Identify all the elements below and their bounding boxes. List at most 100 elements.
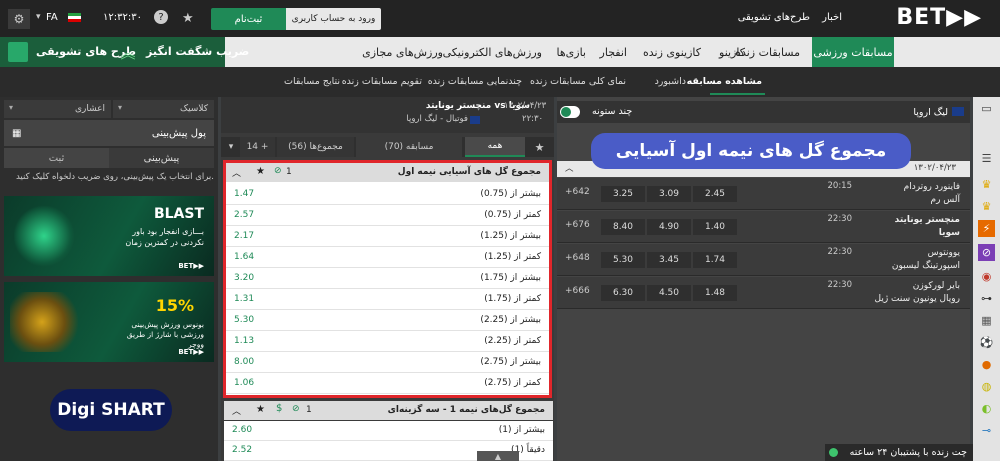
odds-value[interactable]: 1.47 (234, 189, 254, 199)
odds-value[interactable]: 2.52 (232, 445, 252, 455)
odd-away[interactable]: 8.40 (601, 219, 645, 235)
odds-row[interactable]: کمتر از (2.25) 1.13 (226, 331, 549, 352)
register-button[interactable]: ثبت‌نام (211, 8, 286, 30)
market-header[interactable]: مجموع گل‌های نیمه 1 - سه گزینه‌ای ︿ ★ $ … (224, 401, 553, 420)
odds-value[interactable]: 5.30 (234, 315, 254, 325)
odds-row[interactable]: کمتر از (2.75) 1.06 (226, 373, 549, 394)
volleyball-icon[interactable]: ◍ (978, 378, 995, 395)
nav-casino[interactable]: کازینو (719, 46, 745, 59)
esports-icon[interactable]: ⊘ (978, 244, 995, 261)
calculator-icon[interactable]: ▦ (12, 128, 21, 139)
odds-format-select[interactable]: اعشاری (4, 100, 111, 118)
tab-results[interactable]: نتایج مسابقات (284, 76, 340, 87)
menu-icon[interactable]: ☰ (978, 150, 995, 167)
monitor-icon[interactable]: ▭ (978, 100, 995, 117)
event-row[interactable]: منچستر یونایتد سویا 22:30 1.40 4.90 8.40… (557, 211, 970, 243)
star-icon[interactable]: ★ (182, 11, 194, 26)
odds-row[interactable]: کمتر از (0.75) 2.57 (226, 205, 549, 226)
tab-match-view[interactable]: مشاهده مسابقه (687, 76, 762, 87)
nav-live-casino[interactable]: کازینوی زنده (643, 46, 701, 59)
chevron-down-icon[interactable]: ▾ (36, 12, 41, 22)
tab-betslip-submit[interactable]: ثبت (4, 148, 109, 168)
more-markets-count[interactable]: +642 (565, 187, 590, 197)
tab-betslip-preview[interactable]: پیش‌بینی (109, 148, 214, 168)
odd-draw[interactable]: 3.45 (647, 252, 691, 268)
odd-draw[interactable]: 3.09 (647, 186, 691, 202)
event-row[interactable]: یوونتوس اسپورتینگ لیسبون 22:30 1.74 3.45… (557, 244, 970, 276)
blast-banner[interactable]: BLAST بـــازی انفجار بود باور نکردنی در … (4, 196, 214, 276)
tennis-icon[interactable]: ◉ (978, 268, 995, 285)
gear-icon[interactable]: ⚙ (8, 9, 30, 29)
football-icon[interactable]: ⚽ (978, 334, 995, 351)
scroll-up-button[interactable]: ▲ (477, 451, 519, 461)
help-icon[interactable]: ? (154, 10, 168, 24)
tab-dashboard[interactable]: داشبورد (655, 76, 686, 87)
odds-value[interactable]: 1.13 (234, 336, 254, 346)
star-icon[interactable]: ★ (256, 166, 265, 177)
sport-icon[interactable]: ▦ (978, 312, 995, 329)
odd-draw[interactable]: 4.90 (647, 219, 691, 235)
odds-value[interactable]: 8.00 (234, 357, 254, 367)
chevron-up-icon[interactable]: ︿ (232, 166, 241, 179)
odds-value[interactable]: 1.64 (234, 252, 254, 262)
odd-draw[interactable]: 4.50 (647, 285, 691, 301)
dumbbell-icon[interactable]: ⊶ (978, 290, 995, 307)
tab-live-calendar[interactable]: تقویم مسابقات زنده (342, 76, 422, 87)
nav-esports[interactable]: ورزش‌های الکترونیکی (443, 46, 542, 59)
odd-home[interactable]: 1.40 (693, 219, 737, 235)
multi-column-toggle[interactable] (560, 106, 580, 118)
nav-sports[interactable]: مسابقات ورزشی (812, 37, 894, 67)
odds-row[interactable]: بیشتر از (2.75) 8.00 (226, 352, 549, 373)
tab-match-markets[interactable]: مسابقه (70) (356, 137, 462, 157)
event-row[interactable]: بایر لورکوزن رویال یونیون سنت ژیل 22:30 … (557, 277, 970, 309)
nav-virtual[interactable]: ورزش‌های مجازی (362, 46, 443, 59)
tab-more-markets[interactable]: 14 + (240, 137, 275, 157)
basketball-icon[interactable]: ● (978, 356, 995, 373)
odds-row[interactable]: بیشتر از (1.25) 2.17 (226, 226, 549, 247)
odds-row[interactable]: بیشتر از (2.25) 5.30 (226, 310, 549, 331)
odd-home[interactable]: 1.74 (693, 252, 737, 268)
odds-value[interactable]: 2.60 (232, 425, 252, 435)
odd-home[interactable]: 1.48 (693, 285, 737, 301)
nav-crash[interactable]: انفجار (600, 46, 627, 59)
login-button[interactable]: ورود به حساب کاربری (286, 8, 381, 30)
live-chat-button[interactable]: چت زنده با پشتیبان ۲۴ ساعته (825, 444, 973, 461)
amazing-odds-button[interactable]: ضریب شگفت انگیز (146, 45, 249, 58)
site-logo[interactable]: BET▶▶ (896, 5, 982, 30)
event-row[interactable]: فاینورد روتردام آلس رم 20:15 2.45 3.09 3… (557, 178, 970, 210)
odd-away[interactable]: 6.30 (601, 285, 645, 301)
tab-live-multiview[interactable]: چندنمایی مسابقات زنده (428, 76, 522, 87)
odd-away[interactable]: 5.30 (601, 252, 645, 268)
trophy-icon[interactable]: ♛ (978, 176, 995, 193)
stake-field[interactable]: ▦ پول پیش‌بینی (4, 120, 214, 146)
chevron-up-icon[interactable]: ︿ (565, 162, 574, 174)
more-markets-count[interactable]: +648 (565, 253, 590, 263)
odd-home[interactable]: 2.45 (693, 186, 737, 202)
tennis-ball-icon[interactable]: ◐ (978, 400, 995, 417)
star-icon[interactable]: ★ (256, 404, 265, 415)
odds-value[interactable]: 1.31 (234, 294, 254, 304)
trophy-icon[interactable]: ♛ (978, 198, 995, 215)
odds-value[interactable]: 2.57 (234, 210, 254, 220)
odds-row[interactable]: بیشتر از (1.75) 3.20 (226, 268, 549, 289)
live-icon[interactable]: ⚡ (978, 220, 995, 237)
tab-live-overview[interactable]: نمای کلی مسابقات زنده (530, 76, 626, 87)
odds-value[interactable]: 3.20 (234, 273, 254, 283)
more-markets-count[interactable]: +676 (565, 220, 590, 230)
chevron-up-icon[interactable]: ︿ (232, 404, 241, 417)
bonus-banner[interactable]: 15% بونوس ورزش پیش‌بینی ورزشی با شارژ از… (4, 282, 214, 362)
hockey-icon[interactable]: ⊸ (978, 422, 995, 439)
odds-row[interactable]: کمتر از (1.25) 1.64 (226, 247, 549, 268)
odds-row[interactable]: بیشتر از (0.75) 1.47 (226, 184, 549, 205)
language-selector[interactable]: FA (46, 12, 58, 23)
odds-row[interactable]: کمتر از (1.75) 1.31 (226, 289, 549, 310)
odds-value[interactable]: 2.17 (234, 231, 254, 241)
more-markets-count[interactable]: +666 (565, 286, 590, 296)
star-icon[interactable]: ★ (527, 137, 552, 157)
promotions-link[interactable]: طرح‌های تشویقی (738, 12, 810, 23)
odds-row[interactable]: بیشتر از (1) 2.60 (224, 421, 553, 441)
tab-all-markets[interactable]: همه (465, 137, 525, 157)
chevron-down-icon[interactable]: ▾ (224, 137, 238, 157)
market-header[interactable]: مجموع گل های آسیایی نیمه اول ︿ ★ ⊘ 1 (226, 163, 549, 182)
odds-value[interactable]: 1.06 (234, 378, 254, 388)
